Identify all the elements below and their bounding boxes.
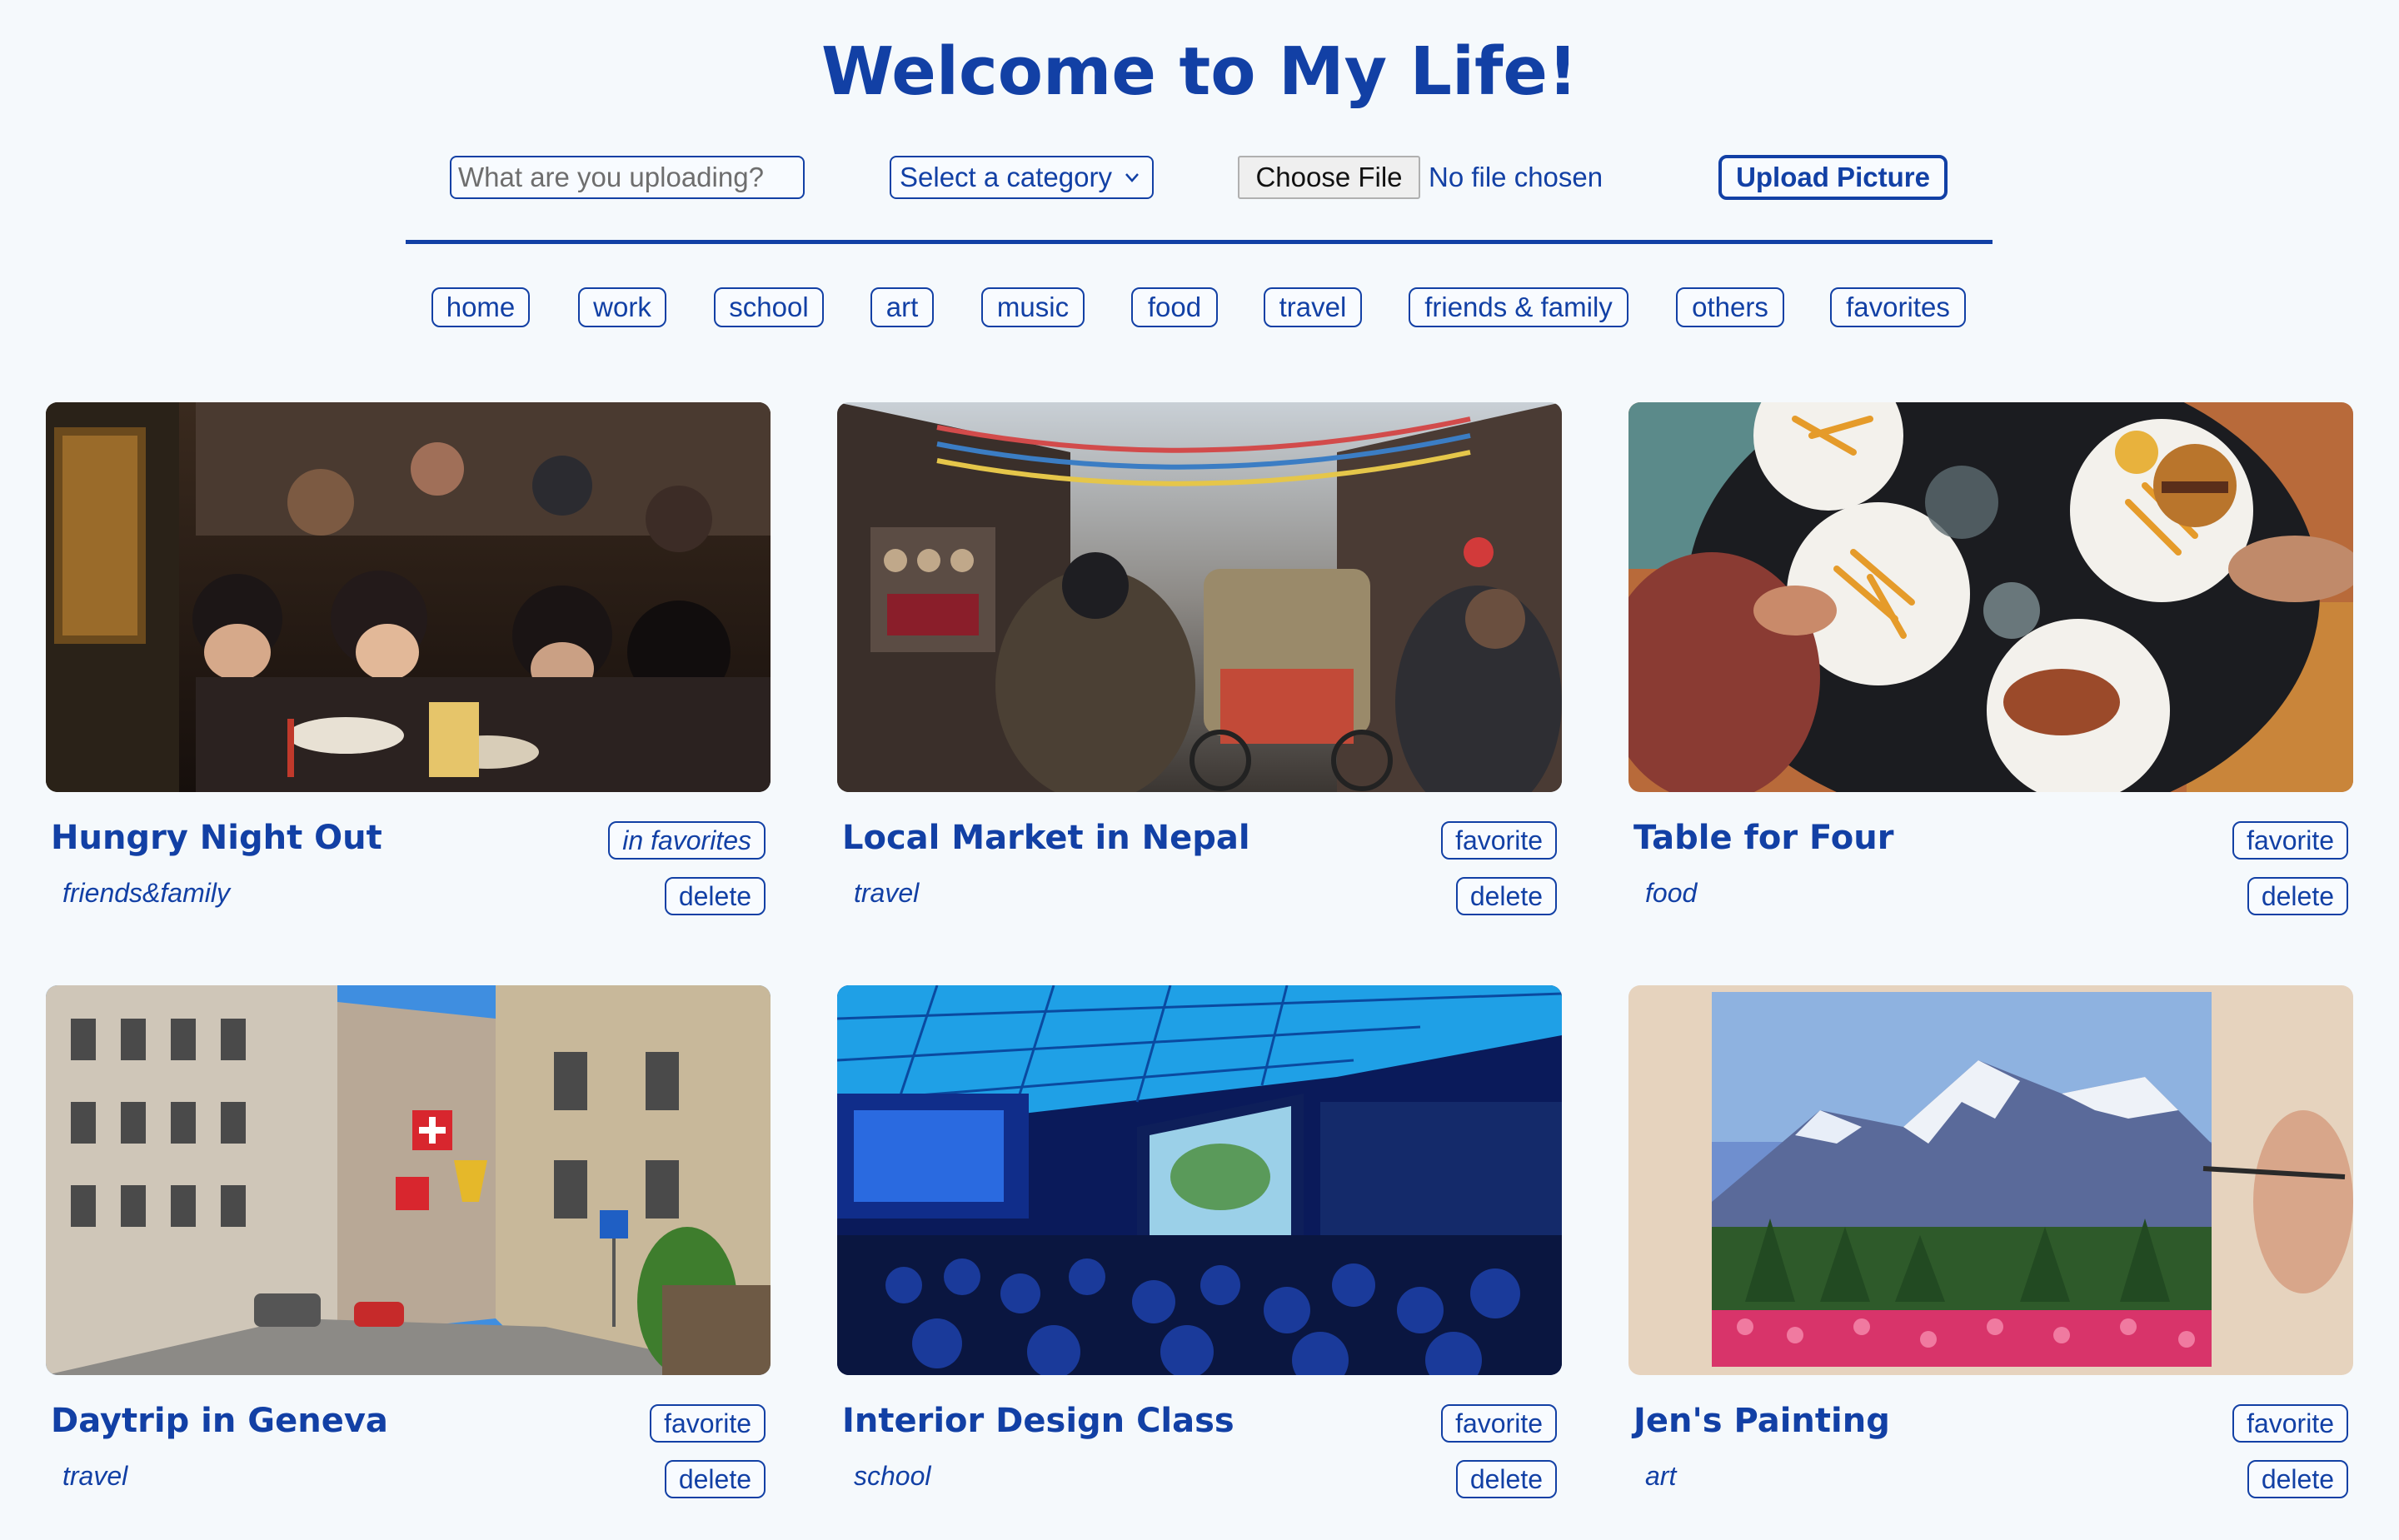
photo-people-eating-noodles-image (46, 402, 771, 792)
nav-button-travel[interactable]: travel (1264, 287, 1362, 327)
delete-button[interactable]: delete (2247, 877, 2348, 915)
upload-form: Select a category Choose File No file ch… (0, 155, 2399, 201)
favorite-button[interactable]: favorite (1441, 1404, 1557, 1443)
favorite-button[interactable]: favorite (2232, 1404, 2348, 1443)
card-title: Daytrip in Geneva (51, 1402, 388, 1440)
favorite-button[interactable]: favorite (1441, 821, 1557, 860)
nav-button-art[interactable]: art (870, 287, 934, 327)
photo-lecture-hall-image (837, 985, 1562, 1375)
photo-table-with-burgers-image (1628, 402, 2353, 792)
upload-picture-button[interactable]: Upload Picture (1718, 155, 1948, 200)
category-select-label: Select a category (900, 162, 1112, 192)
nav-button-school[interactable]: school (714, 287, 824, 327)
photo-people-eating-noodles (46, 402, 771, 792)
favorite-button[interactable]: favorite (2232, 821, 2348, 860)
card-category: food (1645, 878, 1698, 908)
card-title: Hungry Night Out (51, 819, 382, 857)
photo-mountain-painting-image (1628, 985, 2353, 1375)
divider (406, 240, 1993, 244)
card-category: art (1645, 1461, 1677, 1491)
photo-nepal-street-market (837, 402, 1562, 792)
photo-table-with-burgers (1628, 402, 2353, 792)
photo-nepal-street-market-image (837, 402, 1562, 792)
delete-button[interactable]: delete (2247, 1460, 2348, 1498)
nav-button-others[interactable]: others (1676, 287, 1784, 327)
chevron-down-icon (1125, 173, 1139, 182)
nav-button-food[interactable]: food (1131, 287, 1218, 327)
choose-file-button[interactable]: Choose File (1238, 156, 1420, 199)
file-status-text: No file chosen (1429, 162, 1603, 192)
card-category: friends&family (62, 878, 230, 908)
caption-input[interactable] (450, 156, 805, 199)
nav-button-music[interactable]: music (981, 287, 1085, 327)
nav-button-home[interactable]: home (431, 287, 530, 327)
card-category: travel (62, 1461, 128, 1491)
category-nav: home work school art music food travel f… (0, 287, 2399, 329)
card-category: travel (854, 878, 920, 908)
delete-button[interactable]: delete (664, 1460, 766, 1498)
nav-button-favorites[interactable]: favorites (1830, 287, 1966, 327)
category-select[interactable]: Select a category (890, 156, 1154, 199)
photo-geneva-street (46, 985, 771, 1375)
delete-button[interactable]: delete (1455, 1460, 1557, 1498)
favorite-button[interactable]: favorite (650, 1404, 766, 1443)
photo-mountain-painting (1628, 985, 2353, 1375)
page-title: Welcome to My Life! (820, 33, 1579, 110)
photo-lecture-hall (837, 985, 1562, 1375)
photo-geneva-street-image (46, 985, 771, 1375)
delete-button[interactable]: delete (1455, 877, 1557, 915)
card-category: school (854, 1461, 931, 1491)
nav-button-work[interactable]: work (578, 287, 666, 327)
delete-button[interactable]: delete (664, 877, 766, 915)
nav-button-friends-family[interactable]: friends & family (1409, 287, 1628, 327)
card-title: Table for Four (1633, 819, 1894, 857)
in-favorites-button[interactable]: in favorites (608, 821, 766, 860)
card-title: Jen's Painting (1633, 1402, 1890, 1440)
card-title: Interior Design Class (842, 1402, 1234, 1440)
card-title: Local Market in Nepal (842, 819, 1250, 857)
